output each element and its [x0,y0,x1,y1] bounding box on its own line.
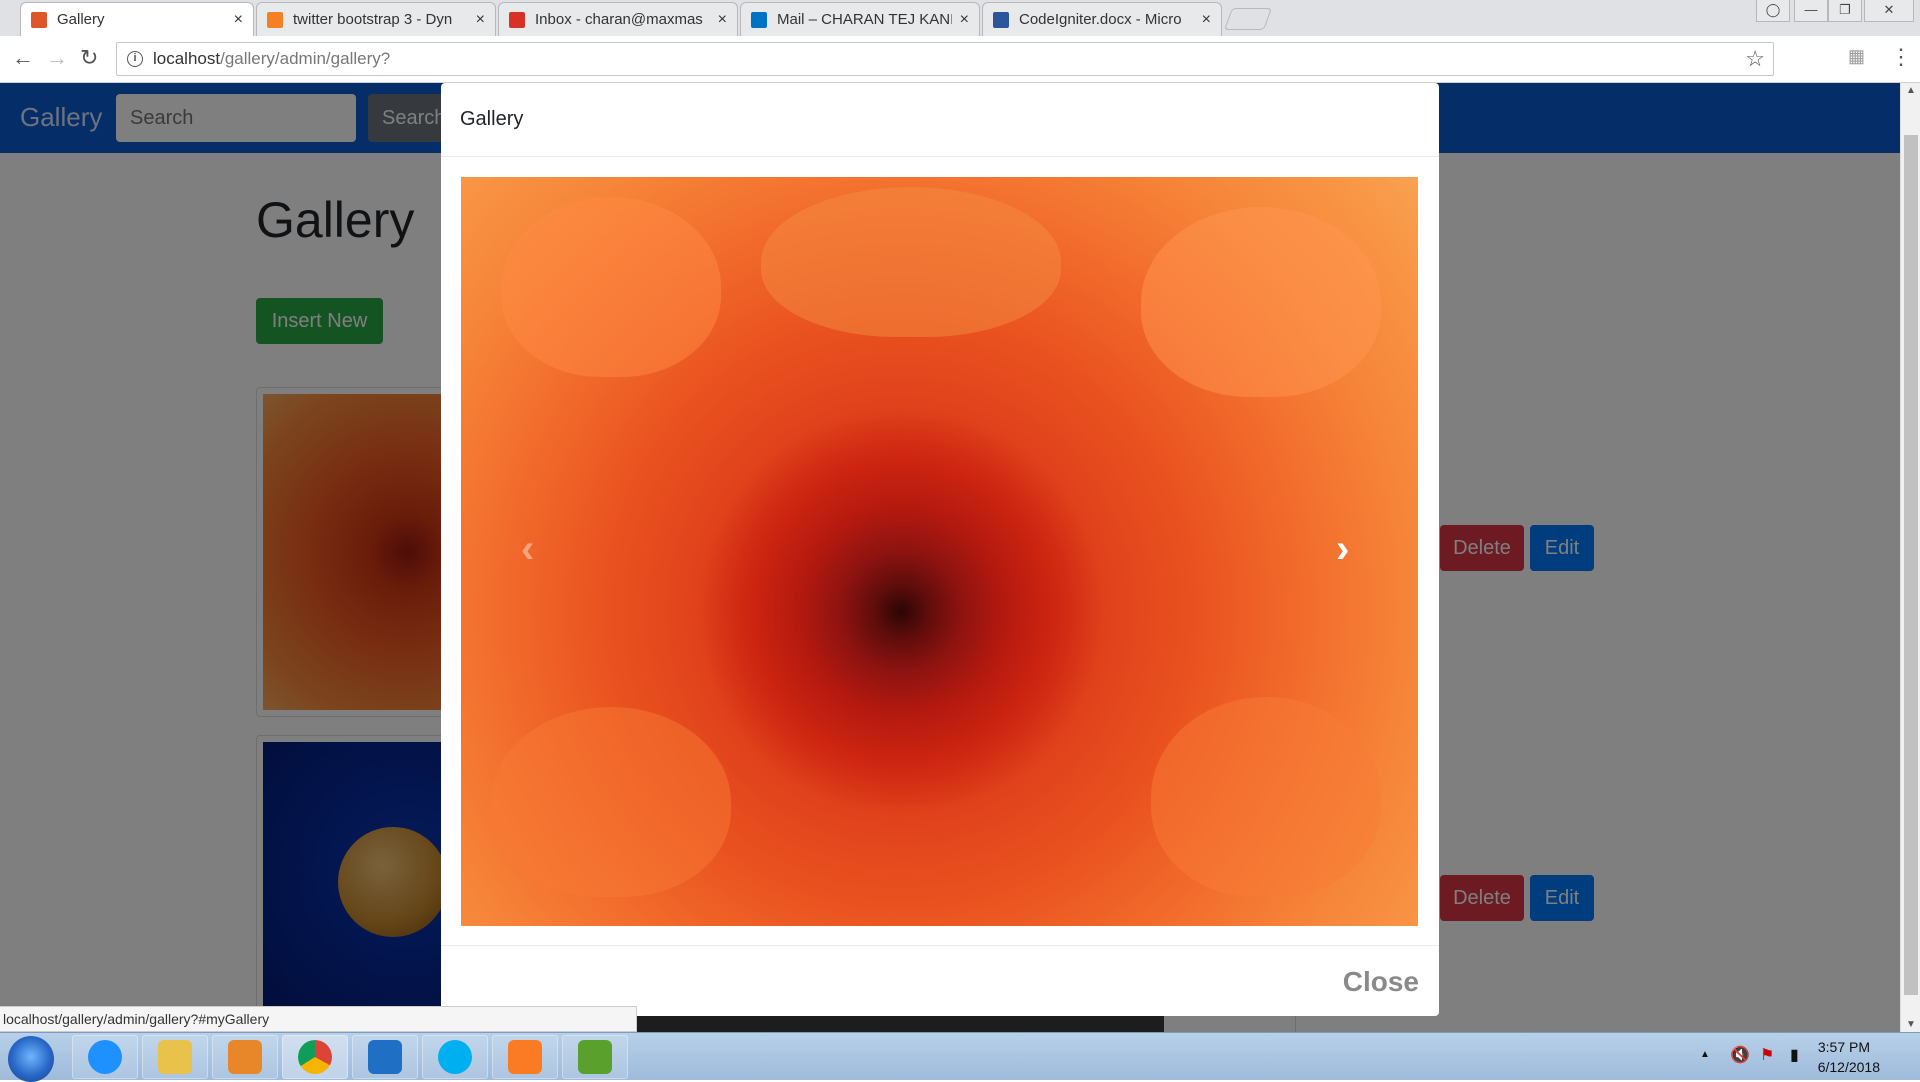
windows-taskbar: ▲ 🔇 ⚑ ▮ 3:57 PM 6/12/2018 [0,1032,1920,1082]
carousel-next-icon[interactable]: › [1336,527,1349,572]
tab-outlook[interactable]: Mail – CHARAN TEJ KANI × [740,2,980,36]
scrollbar-thumb[interactable] [1904,135,1918,995]
page-scrollbar[interactable]: ▲ ▼ [1900,83,1920,1032]
file-explorer-icon[interactable] [142,1035,208,1079]
gmail-favicon-icon [509,11,525,28]
modal-title: Gallery [460,108,524,130]
tab-title: CodeIgniter.docx - Micro [1019,11,1182,28]
xampp-icon[interactable] [492,1035,558,1079]
petal-shape [761,187,1061,337]
petal-shape [491,707,731,897]
url-host: localhost [153,49,221,68]
outlook-favicon-icon [751,11,767,28]
extension-icon[interactable]: ▦ [1848,46,1865,67]
volume-muted-icon[interactable]: 🔇 [1730,1045,1750,1065]
petal-shape [1151,697,1381,897]
notepad-icon[interactable] [562,1035,628,1079]
internet-explorer-icon[interactable] [72,1035,138,1079]
stackoverflow-favicon-icon [267,11,283,28]
tray-expand-icon[interactable]: ▲ [1700,1049,1710,1060]
restore-icon[interactable]: ❐ [1828,0,1862,22]
close-icon[interactable]: × [234,11,243,29]
tab-title: Gallery [57,11,105,28]
modal-header: Gallery [441,83,1439,157]
close-icon[interactable]: × [476,11,485,29]
tab-title: Mail – CHARAN TEJ KANI [777,11,952,28]
vscode-icon[interactable] [352,1035,418,1079]
profile-icon[interactable]: ◯ [1756,0,1790,22]
browser-toolbar: ← → ↻ i localhost/gallery/admin/gallery?… [0,36,1920,83]
tab-word[interactable]: CodeIgniter.docx - Micro × [982,2,1222,36]
url-path: /gallery/admin/gallery? [220,49,391,68]
scroll-down-icon[interactable]: ▼ [1906,1019,1916,1030]
window-close-icon[interactable]: ✕ [1864,0,1914,22]
tab-title: twitter bootstrap 3 - Dyn [293,11,453,28]
page-viewport: Gallery Search Gallery Insert New Delete… [0,83,1900,1032]
tab-bootstrap[interactable]: twitter bootstrap 3 - Dyn × [256,2,496,36]
status-url-bubble: localhost/gallery/admin/gallery?#myGalle… [0,1006,637,1032]
tab-title: Inbox - charan@maxmas [535,11,703,28]
system-tray: ▲ 🔇 ⚑ ▮ 3:57 PM 6/12/2018 [1660,1033,1920,1081]
minimize-icon[interactable]: — [1794,0,1828,22]
address-bar[interactable]: i localhost/gallery/admin/gallery? ☆ [116,42,1774,76]
petal-shape [1141,207,1381,397]
close-icon[interactable]: × [960,11,969,29]
forward-arrow-icon[interactable]: → [46,45,68,71]
windows-start-icon[interactable] [8,1036,54,1082]
media-player-icon[interactable] [212,1035,278,1079]
info-icon[interactable]: i [127,51,143,67]
skype-icon[interactable] [422,1035,488,1079]
carousel-prev-icon[interactable]: ‹ [521,527,534,572]
clock-date[interactable]: 6/12/2018 [1818,1059,1880,1075]
tab-inbox[interactable]: Inbox - charan@maxmas × [498,2,738,36]
close-button[interactable]: Close [1343,966,1419,998]
menu-kebab-icon[interactable]: ⋮ [1890,44,1912,70]
image-carousel: ‹ › [461,177,1418,926]
tab-gallery[interactable]: Gallery × [20,2,254,36]
action-center-flag-icon[interactable]: ⚑ [1760,1045,1774,1065]
xampp-favicon-icon [31,11,47,28]
gallery-modal: Gallery ‹ › Close [441,83,1439,1016]
network-signal-icon[interactable]: ▮ [1790,1045,1799,1065]
bookmark-star-icon[interactable]: ☆ [1745,46,1765,72]
chrome-icon[interactable] [282,1035,348,1079]
browser-tabstrip: Gallery × twitter bootstrap 3 - Dyn × In… [0,0,1920,36]
petal-shape [501,197,721,377]
clock-time[interactable]: 3:57 PM [1818,1039,1870,1055]
reload-icon[interactable]: ↻ [80,45,98,71]
close-icon[interactable]: × [718,11,727,29]
new-tab-button[interactable] [1223,8,1273,30]
word-favicon-icon [993,11,1009,28]
close-icon[interactable]: × [1202,11,1211,29]
back-arrow-icon[interactable]: ← [12,45,34,71]
scroll-up-icon[interactable]: ▲ [1906,85,1916,96]
